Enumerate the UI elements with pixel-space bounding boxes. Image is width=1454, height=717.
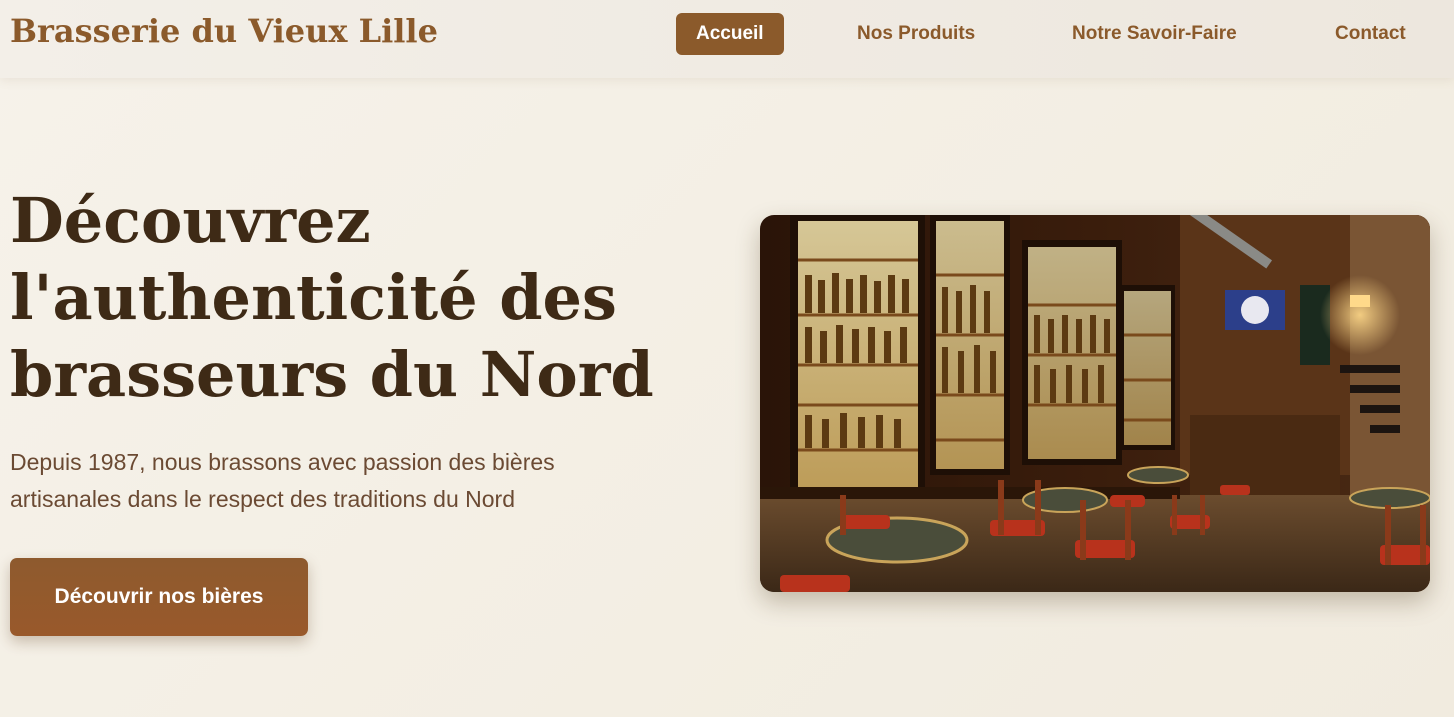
brand-logo[interactable]: Brasserie du Vieux Lille: [10, 12, 438, 50]
nav-item-nos-produits[interactable]: Nos Produits: [857, 13, 975, 55]
hero-title: Découvrez l'authenticité des brasseurs d…: [10, 184, 654, 411]
discover-beers-button[interactable]: Découvrir nos bières: [10, 558, 308, 636]
nav-item-accueil[interactable]: Accueil: [676, 13, 784, 55]
hero-subtitle: Depuis 1987, nous brassons avec passion …: [10, 449, 555, 512]
site-header: Brasserie du Vieux Lille Accueil Nos Pro…: [0, 0, 1454, 78]
nav-item-savoir-faire[interactable]: Notre Savoir-Faire: [1072, 13, 1237, 55]
nav-item-contact[interactable]: Contact: [1335, 13, 1406, 55]
bar-interior-photo: [760, 215, 1430, 592]
